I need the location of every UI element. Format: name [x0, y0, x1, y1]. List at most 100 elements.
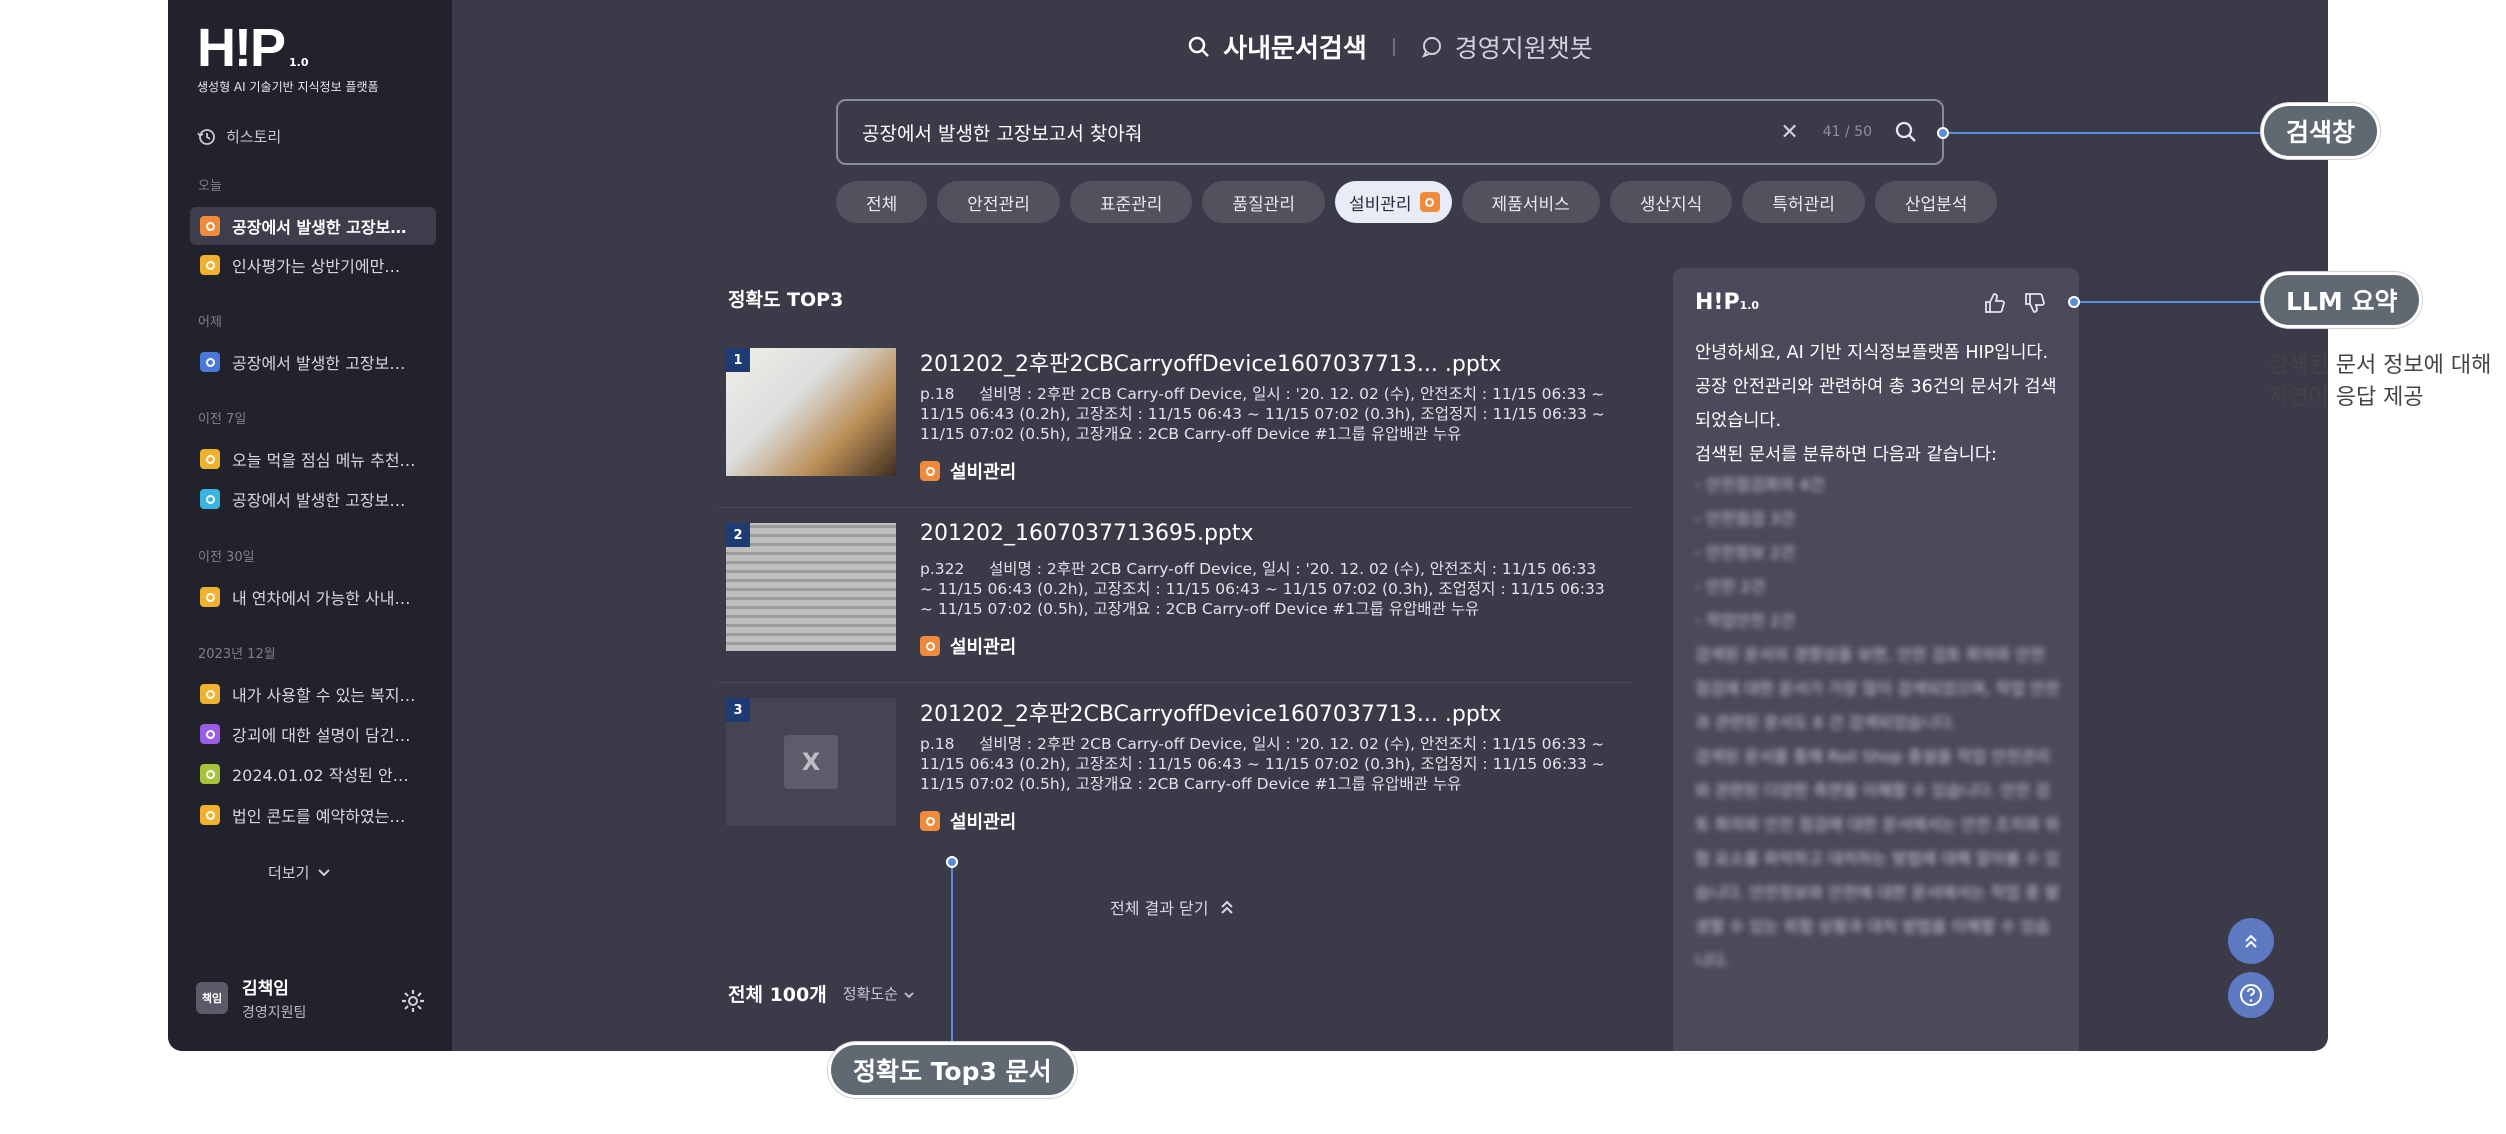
user-dept: 경영지원팀 — [242, 1005, 307, 1021]
search-icon — [1188, 36, 1210, 57]
scroll-top-button[interactable] — [2228, 918, 2274, 964]
section-label: 이전 7일 — [198, 412, 247, 427]
clear-icon[interactable]: ✕ — [1780, 120, 1798, 145]
app-window: H!P 1.0 생성형 AI 기술기반 지식정보 플랫폼 히스토리 오늘 공장에… — [168, 0, 2328, 1051]
filter-chip[interactable]: 생산지식 — [1609, 181, 1733, 223]
history-item[interactable]: 법인 콘도를 예약하였는… — [190, 796, 436, 834]
history-item-text: 내 연차에서 가능한 사내… — [232, 589, 411, 608]
close-all-label: 전체 결과 닫기 — [1110, 899, 1209, 918]
search-bar: 공장에서 발생한 고장보고서 찾아줘 ✕ 41 / 50 — [836, 99, 1944, 165]
chat-icon — [200, 449, 220, 469]
feedback-buttons — [1983, 292, 2045, 314]
section-label: 이전 30일 — [198, 550, 255, 565]
thumbs-down-icon[interactable] — [2023, 292, 2045, 314]
callout-llm-desc-line: 검색된 문서 정보에 대해 — [2268, 353, 2492, 378]
filter-chip[interactable]: 특허관리 — [1742, 181, 1865, 223]
search-chat-icon — [1419, 192, 1440, 212]
document-thumbnail[interactable]: X — [726, 698, 896, 826]
divider — [1392, 37, 1395, 56]
history-item-text: 공장에서 발생한 고장보… — [232, 491, 406, 510]
chat-bubble-icon — [1421, 36, 1441, 58]
char-counter: 41 / 50 — [1822, 124, 1872, 140]
chat-icon — [200, 255, 220, 275]
document-thumbnail[interactable] — [726, 523, 896, 651]
callout-dot — [1937, 127, 1949, 139]
tab-label: 경영지원챗봇 — [1454, 33, 1593, 63]
double-chevron-up-icon — [2245, 934, 2257, 948]
thumbs-up-icon[interactable] — [1983, 292, 2005, 314]
more-label: 더보기 — [268, 864, 310, 882]
chat-icon — [200, 805, 220, 825]
result-category: 설비관리 — [920, 458, 1016, 484]
history-item[interactable]: 강괴에 대한 설명이 담긴… — [190, 715, 436, 753]
screenshot-stage: H!P 1.0 생성형 AI 기술기반 지식정보 플랫폼 히스토리 오늘 공장에… — [0, 0, 2506, 1134]
history-item-text: 내가 사용할 수 있는 복지… — [232, 686, 416, 705]
more-button[interactable]: 더보기 — [268, 862, 331, 883]
history-header[interactable]: 히스토리 — [196, 126, 281, 147]
result-snippet: p.322 설비명 : 2후판 2CB Carry-off Device, 일시… — [920, 559, 1610, 619]
llm-response: 안녕하세요, AI 기반 지식정보플랫폼 HIP입니다. 공장 안전관리와 관련… — [1695, 336, 2061, 472]
chevron-down-icon — [318, 868, 331, 876]
filter-chip[interactable]: 품질관리 — [1202, 181, 1325, 223]
sort-dropdown[interactable]: 정확도순 — [843, 983, 915, 1004]
snippet-text: 설비명 : 2후판 2CB Carry-off Device, 일시 : '20… — [920, 735, 1605, 793]
gear-icon[interactable] — [400, 988, 426, 1014]
chat-icon — [200, 724, 220, 744]
history-item[interactable]: 공장에서 발생한 고장보… — [190, 343, 436, 381]
filter-chip-active[interactable]: 설비관리 — [1334, 181, 1452, 223]
history-item[interactable]: 내 연차에서 가능한 사내… — [190, 578, 436, 616]
help-button[interactable] — [2228, 972, 2274, 1018]
results-summary: 전체 100개 정확도순 — [728, 980, 915, 1007]
history-item[interactable]: 내가 사용할 수 있는 복지… — [190, 675, 436, 713]
llm-logo-version: 1.0 — [1739, 299, 1760, 312]
close-all-results-button[interactable]: 전체 결과 닫기 — [1110, 895, 1235, 919]
user-profile[interactable]: 책임 김책임 경영지원팀 — [196, 974, 306, 1022]
result-card[interactable]: 1 201202_2후판2CBCarryoffDevice1607037713.… — [718, 334, 1632, 508]
history-item[interactable]: 인사평가는 상반기에만… — [190, 246, 436, 284]
search-icon[interactable] — [1894, 120, 1918, 144]
result-category: 설비관리 — [920, 808, 1016, 834]
page-number: p.322 — [920, 560, 965, 578]
search-chat-icon — [200, 489, 220, 509]
mode-switcher: 사내문서검색 경영지원챗봇 — [452, 28, 2328, 65]
search-chat-icon — [200, 352, 220, 372]
search-chat-icon — [200, 216, 220, 236]
tab-internal-search[interactable]: 사내문서검색 — [1187, 28, 1367, 65]
filter-chip[interactable]: 제품서비스 — [1461, 181, 1600, 223]
history-item[interactable]: 2024.01.02 작성된 안… — [190, 755, 436, 793]
history-item-text: 인사평가는 상반기에만… — [232, 257, 401, 276]
rank-badge: 1 — [726, 348, 750, 372]
excel-file-icon: X — [784, 735, 838, 789]
result-title[interactable]: 201202_2후판2CBCarryoffDevice1607037713...… — [920, 696, 1501, 728]
search-input[interactable]: 공장에서 발생한 고장보고서 찾아줘 — [862, 119, 1780, 146]
rank-badge: 3 — [726, 698, 750, 722]
llm-logo: H!P1.0 — [1695, 290, 1759, 315]
filter-chip[interactable]: 전체 — [836, 181, 928, 223]
document-thumbnail[interactable] — [726, 348, 896, 476]
history-item[interactable]: 공장에서 발생한 고장보… — [190, 480, 436, 518]
result-title[interactable]: 201202_1607037713695.pptx — [920, 521, 1254, 546]
brand-logo[interactable]: H!P 1.0 생성형 AI 기술기반 지식정보 플랫폼 — [197, 21, 379, 95]
logo-version: 1.0 — [289, 56, 309, 69]
filter-chip[interactable]: 산업분석 — [1874, 181, 1998, 223]
history-item-text: 공장에서 발생한 고장보… — [232, 354, 406, 373]
chevron-down-icon — [904, 992, 914, 999]
result-snippet: p.18 설비명 : 2후판 2CB Carry-off Device, 일시 … — [920, 384, 1610, 444]
results-heading: 정확도 TOP3 — [728, 289, 844, 311]
filter-chip[interactable]: 표준관리 — [1069, 181, 1193, 223]
help-icon — [2240, 984, 2262, 1006]
page-number: p.18 — [920, 735, 955, 753]
history-icon — [197, 128, 215, 145]
filter-chip[interactable]: 안전관리 — [937, 181, 1060, 223]
chat-icon — [200, 764, 220, 784]
history-item[interactable]: 오늘 먹을 점심 메뉴 추천… — [190, 440, 436, 478]
tab-management-chatbot[interactable]: 경영지원챗봇 — [1421, 29, 1593, 65]
search-chat-icon — [920, 636, 940, 656]
result-card[interactable]: X 3 201202_2후판2CBCarryoffDevice160703771… — [718, 684, 1632, 858]
callout-line — [1943, 132, 2263, 134]
history-item-text: 오늘 먹을 점심 메뉴 추천… — [232, 451, 416, 470]
callout-top3: 정확도 Top3 문서 — [828, 1042, 1077, 1098]
result-card[interactable]: 2 201202_1607037713695.pptx p.322 설비명 : … — [718, 509, 1632, 683]
history-item[interactable]: 공장에서 발생한 고장보… — [190, 207, 436, 245]
result-title[interactable]: 201202_2후판2CBCarryoffDevice1607037713...… — [920, 346, 1501, 378]
